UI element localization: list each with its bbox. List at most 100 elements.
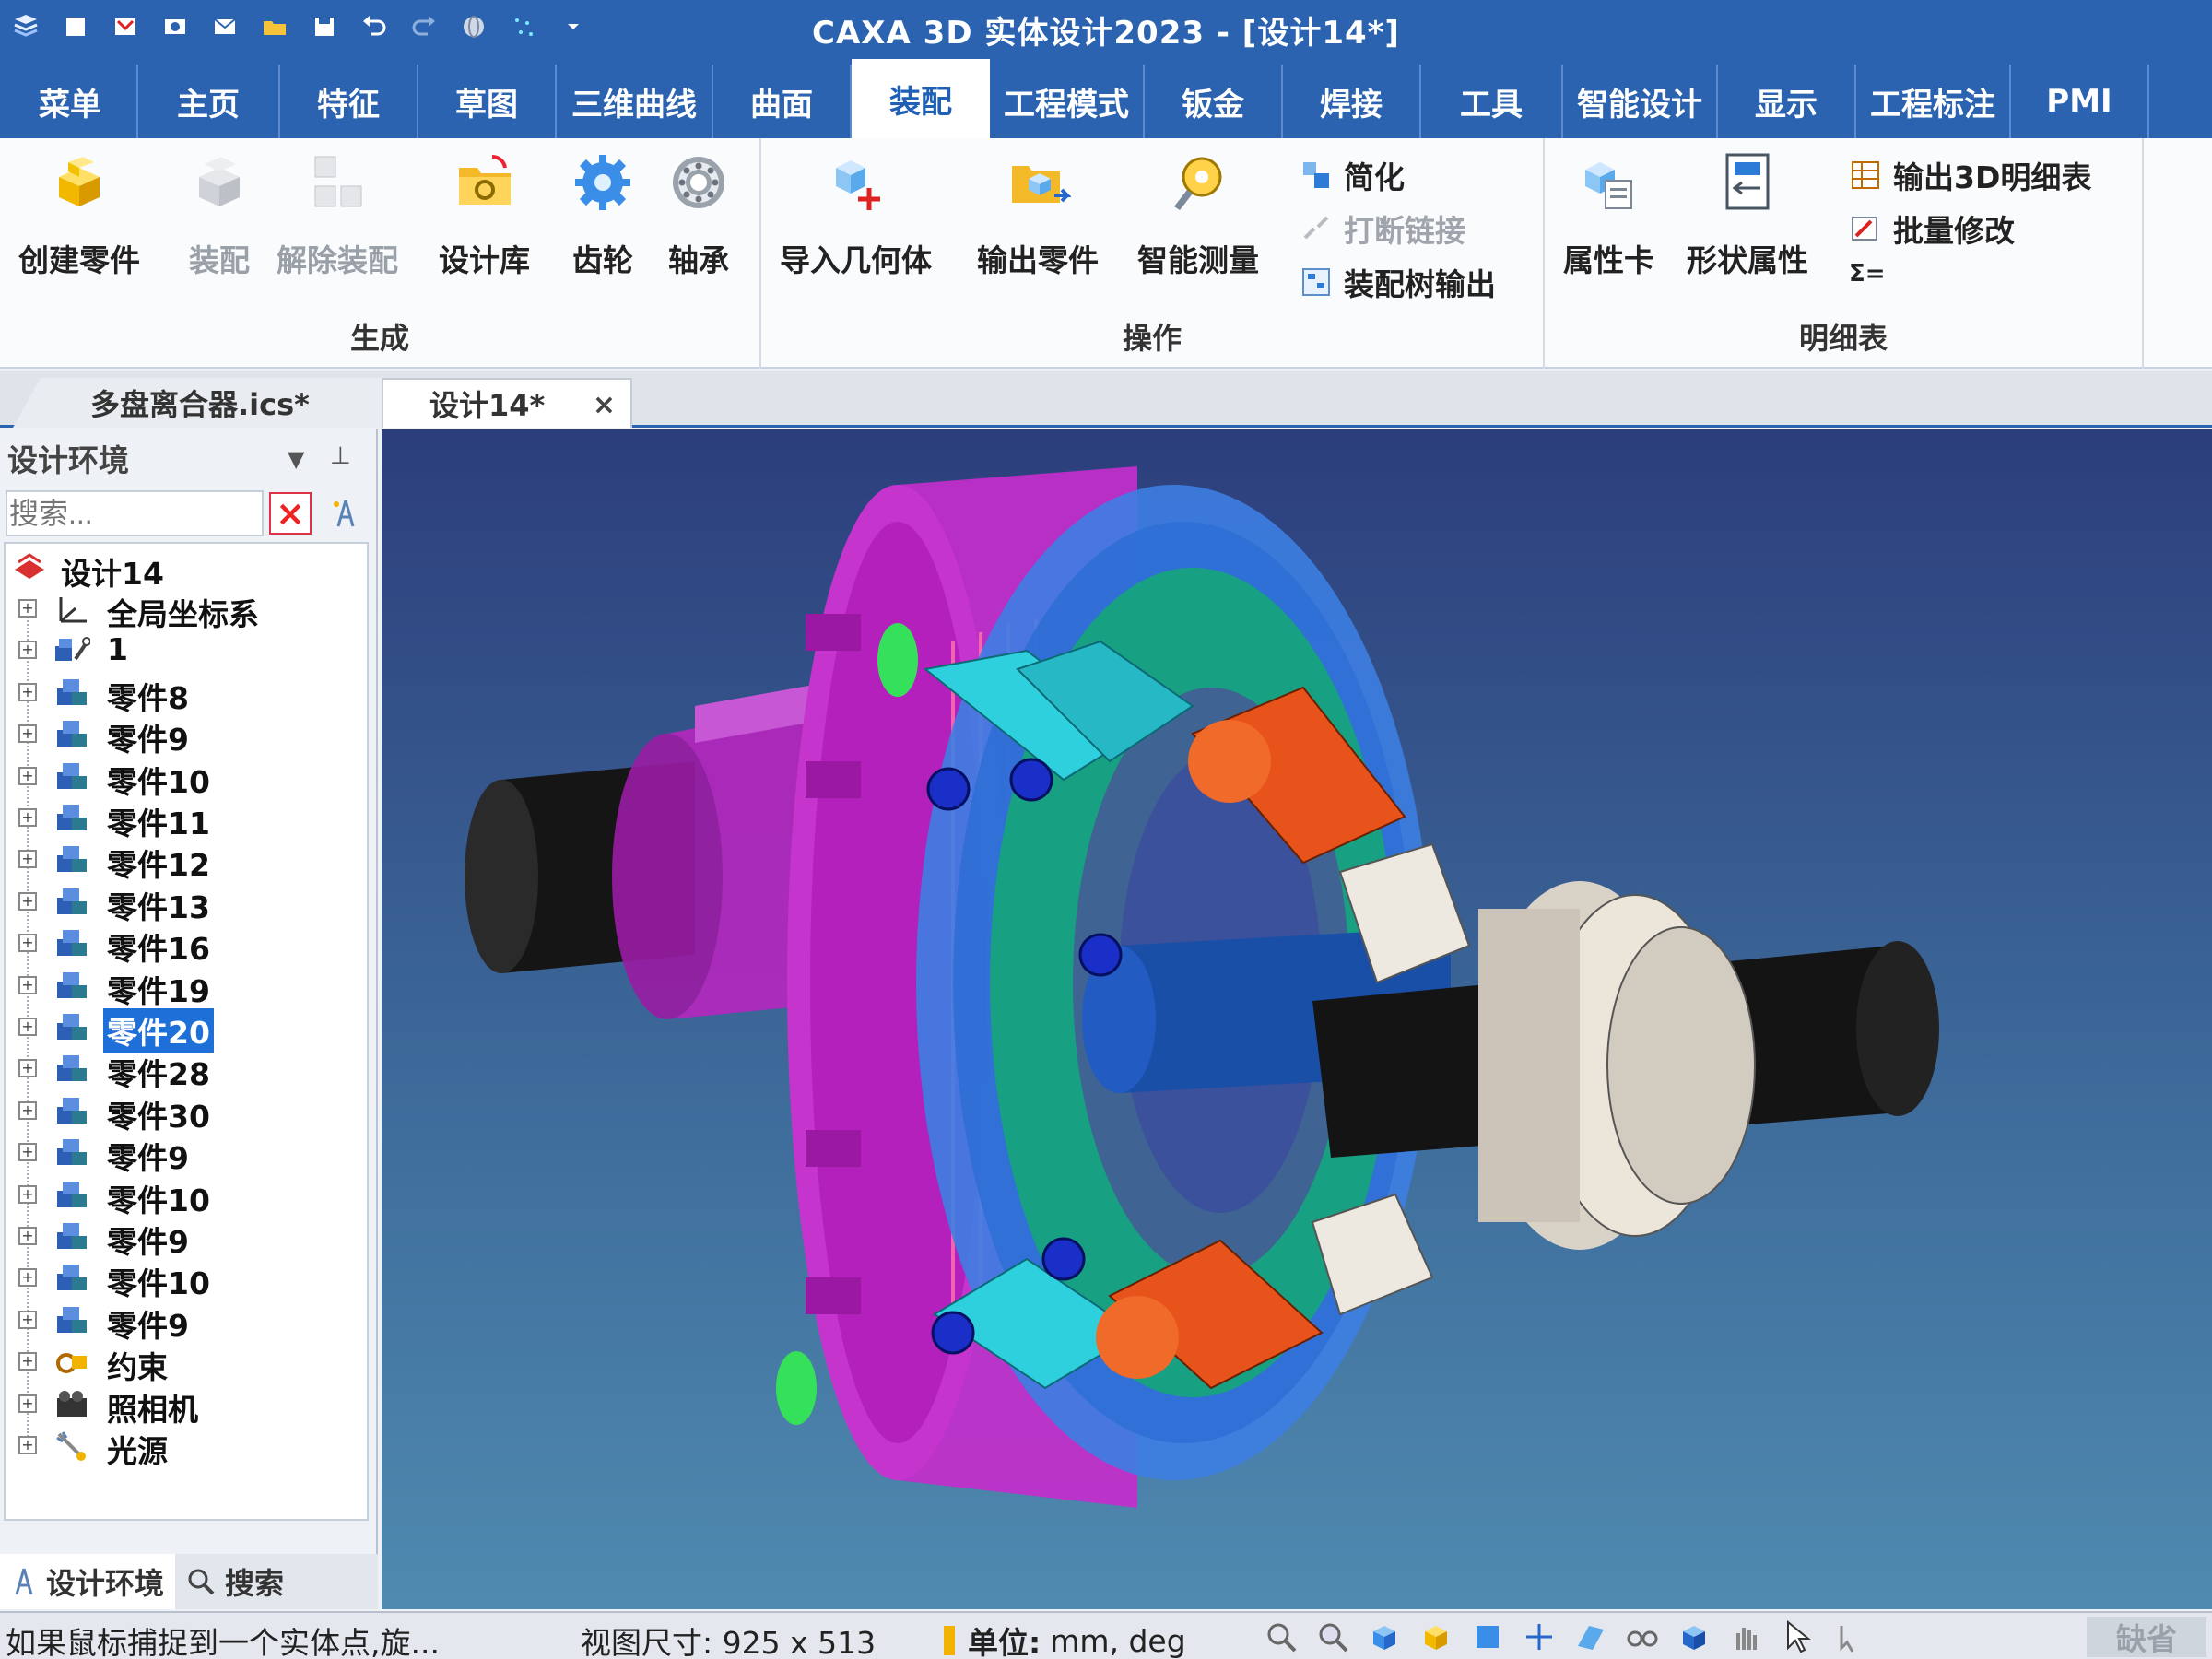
expand-icon[interactable]: + bbox=[18, 1059, 37, 1078]
export-3d-bom-button[interactable]: 输出3D明细表 bbox=[1849, 153, 2091, 197]
export-part-button[interactable]: 输出零件 bbox=[977, 147, 1099, 280]
assembly-tree-export-button[interactable]: 装配树输出 bbox=[1300, 260, 1496, 304]
tab-menu[interactable]: 菜单 bbox=[4, 65, 138, 138]
zoom-window-icon[interactable] bbox=[1314, 1618, 1351, 1655]
solid-cube-icon[interactable] bbox=[1676, 1618, 1712, 1655]
search-options-icon[interactable] bbox=[324, 492, 367, 535]
clear-search-icon[interactable]: × bbox=[269, 492, 312, 535]
tab-engineering-annotation[interactable]: 工程标注 bbox=[1856, 65, 2011, 138]
tree-item[interactable]: + 零件9 bbox=[6, 713, 367, 758]
folder-icon[interactable] bbox=[254, 6, 295, 47]
pointer-icon[interactable] bbox=[1779, 1618, 1816, 1655]
tab-pmi[interactable]: PMI bbox=[2011, 65, 2149, 138]
expand-icon[interactable]: + bbox=[18, 891, 37, 911]
expand-icon[interactable]: + bbox=[18, 1436, 37, 1454]
3d-viewport[interactable] bbox=[382, 429, 2212, 1609]
expand-icon[interactable]: + bbox=[18, 934, 37, 953]
tree-item[interactable]: + 零件11 bbox=[6, 797, 367, 841]
new-icon[interactable] bbox=[55, 6, 96, 47]
expand-icon[interactable]: + bbox=[18, 1018, 37, 1036]
cube-view-icon[interactable] bbox=[1366, 1618, 1403, 1655]
tab-sketch[interactable]: 草图 bbox=[418, 65, 557, 138]
sparkle-icon[interactable] bbox=[503, 6, 544, 47]
tree-item[interactable]: + 照相机 bbox=[6, 1383, 367, 1428]
doc-tab-clutch[interactable]: 多盘离合器.ics* bbox=[13, 378, 382, 428]
expand-icon[interactable]: + bbox=[18, 975, 37, 994]
chevron-down-icon[interactable]: ▼ bbox=[288, 446, 304, 472]
tab-engineering-mode[interactable]: 工程模式 bbox=[990, 65, 1145, 138]
tab-3d-curve[interactable]: 三维曲线 bbox=[557, 65, 713, 138]
expand-icon[interactable]: + bbox=[18, 599, 37, 618]
tree-item[interactable]: + 零件10 bbox=[6, 1257, 367, 1301]
doc-tab-design14[interactable]: 设计14* × bbox=[382, 378, 632, 428]
expand-icon[interactable]: + bbox=[18, 1143, 37, 1162]
gear-button[interactable]: 齿轮 bbox=[568, 147, 638, 280]
design-library-button[interactable]: 设计库 bbox=[439, 147, 530, 280]
zoom-icon[interactable] bbox=[1263, 1618, 1300, 1655]
plane-icon[interactable] bbox=[1572, 1618, 1609, 1655]
tree-item[interactable]: + 零件19 bbox=[6, 965, 367, 1009]
dropdown-icon[interactable] bbox=[553, 6, 594, 47]
tab-tools[interactable]: 工具 bbox=[1421, 65, 1563, 138]
default-style-box[interactable]: 缺省 bbox=[2087, 1617, 2206, 1657]
axis-icon[interactable] bbox=[1521, 1618, 1558, 1655]
tab-smart-design[interactable]: 智能设计 bbox=[1563, 65, 1718, 138]
expand-icon[interactable]: + bbox=[18, 1394, 37, 1413]
glasses-icon[interactable] bbox=[1624, 1618, 1661, 1655]
tab-feature[interactable]: 特征 bbox=[280, 65, 418, 138]
tree-item[interactable]: + 零件9 bbox=[6, 1300, 367, 1344]
tree-item[interactable]: + 零件10 bbox=[6, 756, 367, 800]
tab-display[interactable]: 显示 bbox=[1718, 65, 1856, 138]
expand-icon[interactable]: + bbox=[18, 1352, 37, 1371]
tree-item[interactable]: + 约束 bbox=[6, 1341, 367, 1385]
sigma-button[interactable]: Σ= bbox=[1849, 260, 1886, 288]
tab-surface[interactable]: 曲面 bbox=[713, 65, 852, 138]
shaded-view-icon[interactable] bbox=[1418, 1618, 1454, 1655]
create-part-button[interactable]: 创建零件 bbox=[18, 147, 140, 280]
bearing-button[interactable]: 轴承 bbox=[664, 147, 734, 280]
mail-icon[interactable] bbox=[205, 6, 245, 47]
close-icon[interactable]: × bbox=[593, 389, 616, 421]
redo-icon[interactable] bbox=[404, 6, 444, 47]
tree-item[interactable]: + 零件12 bbox=[6, 839, 367, 883]
disassemble-button[interactable]: 解除装配 bbox=[276, 147, 398, 280]
tree-item[interactable]: + 零件30 bbox=[6, 1090, 367, 1135]
tab-home[interactable]: 主页 bbox=[138, 65, 280, 138]
batch-modify-button[interactable]: 批量修改 bbox=[1849, 206, 2015, 251]
expand-icon[interactable]: + bbox=[18, 766, 37, 785]
break-link-button[interactable]: 打断链接 bbox=[1300, 206, 1465, 251]
expand-icon[interactable]: + bbox=[18, 1227, 37, 1245]
tree-item[interactable]: + 零件13 bbox=[6, 881, 367, 925]
expand-icon[interactable]: + bbox=[18, 1100, 37, 1120]
tree-item[interactable]: + 零件28 bbox=[6, 1048, 367, 1092]
tree-item[interactable]: +1 bbox=[6, 629, 367, 670]
expand-icon[interactable]: + bbox=[18, 724, 37, 744]
assemble-button[interactable]: 装配 bbox=[184, 147, 254, 280]
expand-icon[interactable]: + bbox=[18, 1268, 37, 1288]
import-geometry-button[interactable]: 导入几何体 bbox=[780, 147, 932, 280]
tab-welding[interactable]: 焊接 bbox=[1283, 65, 1421, 138]
pin-icon[interactable]: ⊥ bbox=[330, 442, 351, 470]
expand-icon[interactable]: + bbox=[18, 1184, 37, 1204]
tree-item[interactable]: + 全局坐标系 bbox=[6, 588, 367, 632]
tree-item[interactable]: + 零件8 bbox=[6, 672, 367, 716]
tab-sheet-metal[interactable]: 钣金 bbox=[1145, 65, 1283, 138]
undo-icon[interactable] bbox=[354, 6, 394, 47]
open-icon[interactable] bbox=[105, 6, 146, 47]
tab-assembly[interactable]: 装配 bbox=[852, 59, 990, 138]
hand-icon[interactable] bbox=[1727, 1618, 1764, 1655]
tree-item[interactable]: + 零件10 bbox=[6, 1174, 367, 1218]
tree-search-input[interactable] bbox=[6, 490, 264, 536]
expand-icon[interactable]: + bbox=[18, 1310, 37, 1329]
save-icon[interactable] bbox=[304, 6, 345, 47]
box-view-icon[interactable] bbox=[1469, 1618, 1506, 1655]
tree-item[interactable]: + 零件20 bbox=[6, 1006, 367, 1054]
expand-icon[interactable]: + bbox=[18, 682, 37, 701]
footer-tab-search[interactable]: 搜索 bbox=[175, 1554, 295, 1609]
print-icon[interactable] bbox=[155, 6, 195, 47]
simplify-button[interactable]: 简化 bbox=[1300, 153, 1405, 197]
expand-icon[interactable]: + bbox=[18, 641, 37, 660]
tree-item[interactable]: + 光源 bbox=[6, 1425, 367, 1469]
tree-item[interactable]: + 零件9 bbox=[6, 1132, 367, 1176]
footer-tab-design-environment[interactable]: 设计环境 bbox=[0, 1554, 176, 1609]
